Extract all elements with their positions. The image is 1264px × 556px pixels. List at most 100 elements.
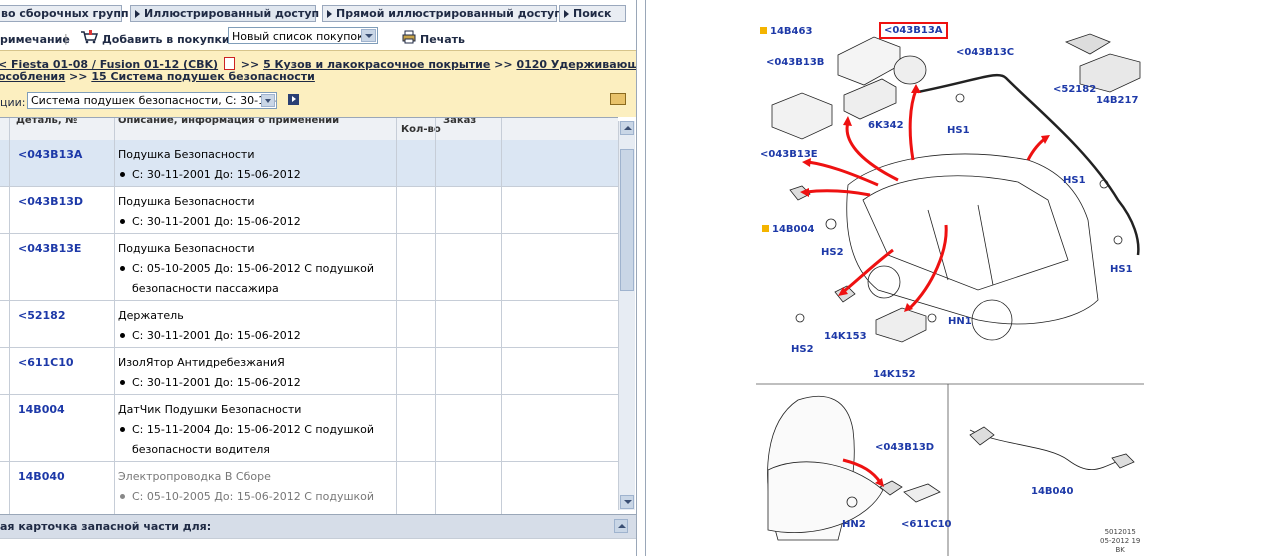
crumb-separator: >> xyxy=(494,58,513,71)
callout-043B13C[interactable]: <043B13C xyxy=(956,47,1014,58)
part-card-panel-header: ая карточка запасной части для: xyxy=(0,514,636,539)
callout-14B040[interactable]: 14B040 xyxy=(1031,486,1073,497)
part-number-link[interactable]: 14B004 xyxy=(18,403,65,416)
scroll-up-button[interactable] xyxy=(620,121,634,135)
applicability-line: безопасности водителя xyxy=(132,443,270,456)
table-row[interactable]: <611C10 ИзолЯтор АнтидребезжаниЯ С: 30-11-… xyxy=(0,348,618,395)
callout-043B13A[interactable]: <043B13A xyxy=(879,22,948,39)
select-value: Новый список покупок xyxy=(232,30,364,43)
part-description: ДатЧик Подушки Безопасности xyxy=(118,403,302,416)
callout-HN1[interactable]: HN1 xyxy=(948,316,972,327)
scroll-down-button[interactable] xyxy=(620,495,634,509)
table-row[interactable]: <043B13D Подушка Безопасности С: 30-11-200… xyxy=(0,187,618,234)
part-number-link[interactable]: <043B13A xyxy=(18,148,82,161)
column-header[interactable]: Деталь, № xyxy=(16,118,77,126)
callout-043B13B[interactable]: <043B13B xyxy=(766,57,824,68)
crumb-restraints-cont[interactable]: особления xyxy=(0,70,65,83)
part-number-link[interactable]: <043B13E xyxy=(18,242,81,255)
chevron-down-icon[interactable] xyxy=(261,94,275,107)
stamp-line: 5012015 xyxy=(1104,528,1136,536)
callout-6K342[interactable]: 6K342 xyxy=(868,120,904,131)
table-row[interactable]: <043B13A Подушка Безопасности С: 30-11-200… xyxy=(0,140,618,187)
applicability-line: С: 30-11-2001 До: 15-06-2012 xyxy=(118,376,301,389)
applicability-line: С: 30-11-2001 До: 15-06-2012 xyxy=(118,168,301,181)
section-select[interactable]: Система подушек безопасности, С: 30-11-2… xyxy=(27,92,277,109)
print-icon[interactable] xyxy=(402,30,416,47)
callout-HS2-bottom[interactable]: HS2 xyxy=(791,344,814,355)
illustration-panel: 14B463 <043B13A <043B13C <043B13B <52182… xyxy=(648,0,1264,556)
applicability-text: С: 30-11-2001 До: 15-06-2012 xyxy=(132,168,301,181)
callout-52182[interactable]: <52182 xyxy=(1053,84,1096,95)
part-description: Подушка Безопасности xyxy=(118,195,255,208)
parts-table: Деталь, № Описание, информация о примене… xyxy=(0,117,618,514)
table-row[interactable]: 14B004 ДатЧик Подушки Безопасности С: 15-1… xyxy=(0,395,618,462)
pane-divider xyxy=(645,0,646,556)
callout-HN2[interactable]: HN2 xyxy=(842,519,866,530)
callout-14B217[interactable]: 14B217 xyxy=(1096,95,1138,106)
part-description: ИзолЯтор АнтидребезжаниЯ xyxy=(118,356,285,369)
bullet-icon xyxy=(120,427,125,432)
toolbar-separator: | xyxy=(64,32,68,45)
go-button[interactable] xyxy=(288,94,299,105)
tab-search[interactable]: Поиск xyxy=(559,5,626,22)
applicability-line: С: 30-11-2001 До: 15-06-2012 xyxy=(118,329,301,342)
bullet-icon xyxy=(120,494,125,499)
airbag-system-illustration[interactable] xyxy=(648,0,1264,556)
applicability-text: С: 30-11-2001 До: 15-06-2012 xyxy=(132,215,301,228)
bullet-icon xyxy=(120,219,125,224)
applicability-text: С: 15-11-2004 До: 15-06-2012 С подушкой xyxy=(132,423,375,436)
callout-14B463[interactable]: 14B463 xyxy=(760,26,812,37)
applicability-text: С: 30-11-2001 До: 15-06-2012 xyxy=(132,376,301,389)
callout-HS1-top[interactable]: HS1 xyxy=(947,125,970,136)
callout-043B13D[interactable]: <043B13D xyxy=(875,442,934,453)
callout-14K153[interactable]: 14K153 xyxy=(824,331,867,342)
shopping-list-select[interactable]: Новый список покупок xyxy=(228,27,378,44)
pdf-icon[interactable] xyxy=(223,57,235,70)
column-header[interactable]: Описание, информация о применении xyxy=(118,118,339,126)
tab-assembly-groups[interactable]: во сборочных групп xyxy=(0,5,129,22)
applicability-line: С: 15-11-2004 До: 15-06-2012 С подушкой xyxy=(118,423,374,436)
tab-label: Поиск xyxy=(573,7,612,20)
part-number-link[interactable]: <611C10 xyxy=(18,356,74,369)
tab-illustrated-access[interactable]: Иллюстрированный доступ xyxy=(130,5,319,22)
table-row[interactable]: <52182 Держатель С: 30-11-2001 До: 15-06-2… xyxy=(0,301,618,348)
applicability-line: безопасности пассажира xyxy=(132,282,279,295)
part-number-link[interactable]: 14B040 xyxy=(18,470,65,483)
part-card-panel xyxy=(0,538,636,556)
scroll-thumb[interactable] xyxy=(620,149,634,291)
tab-label: Прямой иллюстрированный доступ xyxy=(336,7,562,20)
callout-HS1-mid[interactable]: HS1 xyxy=(1063,175,1086,186)
callout-14B004[interactable]: 14B004 xyxy=(762,224,814,235)
crumb-restraints[interactable]: 0120 Удерживающие xyxy=(516,58,636,71)
arrow-right-icon xyxy=(564,10,569,18)
cart-icon[interactable] xyxy=(80,30,99,44)
select-value: Система подушек безопасности, С: 30-11-2… xyxy=(31,94,277,107)
part-number-link[interactable]: <52182 xyxy=(18,309,66,322)
print-button[interactable]: Печать xyxy=(420,33,465,46)
column-header[interactable]: Заказ xyxy=(443,118,476,126)
stamp-line: 05-2012 19 xyxy=(1100,537,1141,545)
callout-14K152[interactable]: 14K152 xyxy=(873,369,916,380)
applicability-text: безопасности водителя xyxy=(132,443,270,456)
table-row[interactable]: <043B13E Подушка Безопасности С: 05-10-200… xyxy=(0,234,618,301)
callout-HS2-top[interactable]: HS2 xyxy=(821,247,844,258)
bullet-icon xyxy=(120,333,125,338)
crumb-airbag-system[interactable]: 15 Система подушек безопасности xyxy=(91,70,315,83)
tab-direct-illustrated-access[interactable]: Прямой иллюстрированный доступ xyxy=(322,5,562,22)
callout-043B13E[interactable]: <043B13E xyxy=(760,149,818,160)
table-scrollbar[interactable] xyxy=(618,121,635,510)
callout-611C10[interactable]: <611C10 xyxy=(901,519,952,530)
expand-panel-button[interactable] xyxy=(614,519,628,533)
part-description: Подушка Безопасности xyxy=(118,242,255,255)
nav-tabs: во сборочных групп Иллюстрированный дост… xyxy=(0,0,636,26)
table-row[interactable]: 14B040 Электропроводка В Сборе С: 05-10-20… xyxy=(0,462,618,514)
panel-title: ая карточка запасной части для: xyxy=(0,520,212,533)
chevron-down-icon[interactable] xyxy=(361,29,376,42)
part-number-link[interactable]: <043B13D xyxy=(18,195,83,208)
note-button[interactable]: римечание xyxy=(0,33,70,46)
marker-icon xyxy=(760,27,767,34)
callout-HS1-bottom[interactable]: HS1 xyxy=(1110,264,1133,275)
folder-up-icon[interactable] xyxy=(610,93,626,105)
table-header: Деталь, № Описание, информация о примене… xyxy=(0,118,618,141)
add-to-cart-button[interactable]: Добавить в покупки xyxy=(102,33,230,46)
